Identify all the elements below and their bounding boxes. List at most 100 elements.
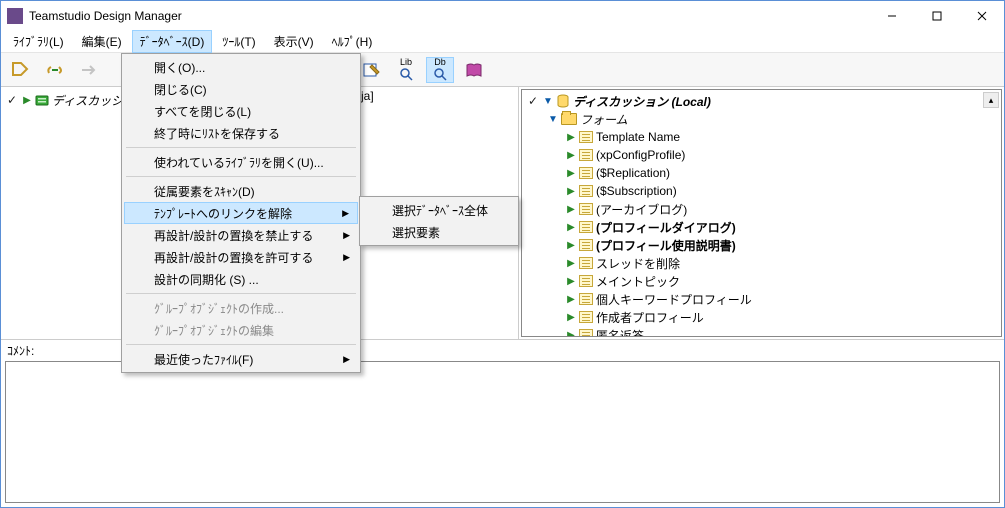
comment-textarea[interactable] (5, 361, 1000, 503)
tool-db-search-icon[interactable]: Db (426, 57, 454, 83)
form-icon (579, 149, 593, 161)
close-button[interactable] (959, 2, 1004, 30)
collapse-arrow-icon[interactable] (543, 96, 553, 107)
maximize-button[interactable] (914, 2, 959, 30)
tool-forward-icon[interactable] (75, 57, 103, 83)
form-icon (579, 293, 593, 305)
tree-item[interactable]: ($Subscription) (526, 182, 997, 200)
submenu-arrow-icon: ▶ (342, 208, 349, 219)
form-icon (579, 275, 593, 287)
tree-item[interactable]: Template Name (526, 128, 997, 146)
lib-label: Lib (400, 58, 412, 67)
menu-library[interactable]: ﾗｲﾌﾞﾗﾘ(L) (5, 30, 72, 53)
form-icon (579, 239, 593, 251)
titlebar: Teamstudio Design Manager (1, 1, 1004, 31)
expand-arrow-icon[interactable] (566, 186, 576, 197)
form-icon (579, 257, 593, 269)
minimize-button[interactable] (869, 2, 914, 30)
expand-arrow-icon[interactable] (566, 168, 576, 179)
menu-database[interactable]: ﾃﾞｰﾀﾍﾞｰｽ(D) (132, 30, 213, 53)
tool-edit-form-icon[interactable] (358, 57, 386, 83)
expand-arrow-icon[interactable] (566, 312, 576, 323)
tree-item[interactable]: (アーカイブログ) (526, 200, 997, 218)
tree-item-label: 個人キーワードプロフィール (596, 291, 752, 308)
menu-separator (126, 344, 356, 345)
menu-close-all[interactable]: すべてを閉じる(L) (124, 100, 358, 122)
expand-arrow-icon[interactable] (566, 276, 576, 287)
tree-item-label: 匿名返答 (596, 327, 644, 338)
menu-open-used-library[interactable]: 使われているﾗｲﾌﾞﾗﾘを開く(U)... (124, 151, 358, 173)
unlink-submenu: 選択ﾃﾞｰﾀﾍﾞｰｽ全体 選択要素 (359, 196, 519, 246)
menu-allow-redesign[interactable]: 再設計/設計の置換を許可する▶ (124, 246, 358, 268)
right-tree-root[interactable]: ディスカッション (Local) (526, 92, 997, 110)
tree-item[interactable]: 匿名返答 (526, 326, 997, 337)
expand-arrow-icon[interactable] (566, 150, 576, 161)
menu-sync-design[interactable]: 設計の同期化 (S) ... (124, 268, 358, 290)
tree-item[interactable]: (プロフィール使用説明書) (526, 236, 997, 254)
submenu-arrow-icon: ▶ (343, 252, 350, 263)
right-form-folder[interactable]: フォーム (526, 110, 997, 128)
check-icon (7, 93, 19, 107)
menu-view[interactable]: 表示(V) (266, 30, 322, 53)
right-tree[interactable]: ▴ ディスカッション (Local) フォーム Template Name (521, 89, 1002, 337)
window-controls (869, 2, 1004, 30)
menu-edit-group: ｸﾞﾙｰﾌﾟｵﾌﾞｼﾞｪｸﾄの編集 (124, 319, 358, 341)
menu-close[interactable]: 閉じる(C) (124, 78, 358, 100)
tree-item[interactable]: スレッドを削除 (526, 254, 997, 272)
tree-item-label: ($Subscription) (596, 184, 677, 198)
menu-separator (126, 147, 356, 148)
expand-arrow-icon[interactable] (566, 294, 576, 305)
tool-link-icon[interactable] (41, 57, 69, 83)
tool-book-icon[interactable] (460, 57, 488, 83)
submenu-entire-db[interactable]: 選択ﾃﾞｰﾀﾍﾞｰｽ全体 (362, 199, 516, 221)
form-icon (579, 329, 593, 337)
tree-item-label: 作成者プロフィール (596, 309, 704, 326)
submenu-arrow-icon: ▶ (343, 354, 350, 365)
menu-edit[interactable]: 編集(E) (74, 30, 130, 53)
menu-help[interactable]: ﾍﾙﾌﾟ(H) (324, 30, 381, 53)
window-title: Teamstudio Design Manager (29, 9, 869, 23)
expand-arrow-icon[interactable] (566, 258, 576, 269)
expand-arrow-icon[interactable] (566, 132, 576, 143)
tool-lib-search-icon[interactable]: Lib (392, 57, 420, 83)
submenu-elements: 選択要素 (362, 221, 516, 243)
menu-save-on-exit[interactable]: 終了時にﾘｽﾄを保存する (124, 122, 358, 144)
form-folder-label: フォーム (580, 111, 628, 128)
menu-unlink-template[interactable]: ﾃﾝﾌﾟﾚｰﾄへのリンクを解除▶ (124, 202, 358, 224)
tree-item[interactable]: 個人キーワードプロフィール (526, 290, 997, 308)
collapse-arrow-icon[interactable] (548, 114, 558, 125)
left-hint-suffix: ja] (361, 89, 374, 103)
menu-open[interactable]: 開く(O)... (124, 56, 358, 78)
app-icon (7, 8, 23, 24)
tool-tag-icon[interactable] (7, 57, 35, 83)
tree-item[interactable]: メイントピック (526, 272, 997, 290)
right-root-label: ディスカッション (Local) (573, 93, 711, 110)
db-label: Db (434, 58, 446, 67)
form-icon (579, 131, 593, 143)
expand-arrow-icon[interactable] (566, 204, 576, 215)
tree-item[interactable]: (プロフィールダイアログ) (526, 218, 997, 236)
form-icon (579, 311, 593, 323)
submenu-arrow-icon: ▶ (343, 230, 350, 241)
expand-arrow-icon[interactable] (566, 222, 576, 233)
menu-recent-files[interactable]: 最近使ったﾌｧｲﾙ(F)▶ (124, 348, 358, 370)
form-icon (579, 203, 593, 215)
check-icon (528, 94, 540, 108)
tree-item-label: スレッドを削除 (596, 255, 680, 272)
tree-item[interactable]: 作成者プロフィール (526, 308, 997, 326)
form-icon (579, 167, 593, 179)
tree-item-label: メイントピック (596, 273, 680, 290)
tree-item-label: (アーカイブログ) (596, 201, 687, 218)
tree-item-label: (プロフィールダイアログ) (596, 219, 736, 236)
expand-arrow-icon[interactable] (22, 95, 32, 106)
tree-item[interactable]: (xpConfigProfile) (526, 146, 997, 164)
expand-arrow-icon[interactable] (566, 240, 576, 251)
menubar: ﾗｲﾌﾞﾗﾘ(L) 編集(E) ﾃﾞｰﾀﾍﾞｰｽ(D) ﾂｰﾙ(T) 表示(V)… (1, 31, 1004, 53)
expand-arrow-icon[interactable] (566, 330, 576, 338)
menu-scan-dependents[interactable]: 従属要素をｽｷｬﾝ(D) (124, 180, 358, 202)
menu-tool[interactable]: ﾂｰﾙ(T) (214, 30, 263, 53)
scroll-up-icon[interactable]: ▴ (983, 92, 999, 108)
menu-forbid-redesign[interactable]: 再設計/設計の置換を禁止する▶ (124, 224, 358, 246)
tree-item-label: ($Replication) (596, 166, 670, 180)
tree-item[interactable]: ($Replication) (526, 164, 997, 182)
